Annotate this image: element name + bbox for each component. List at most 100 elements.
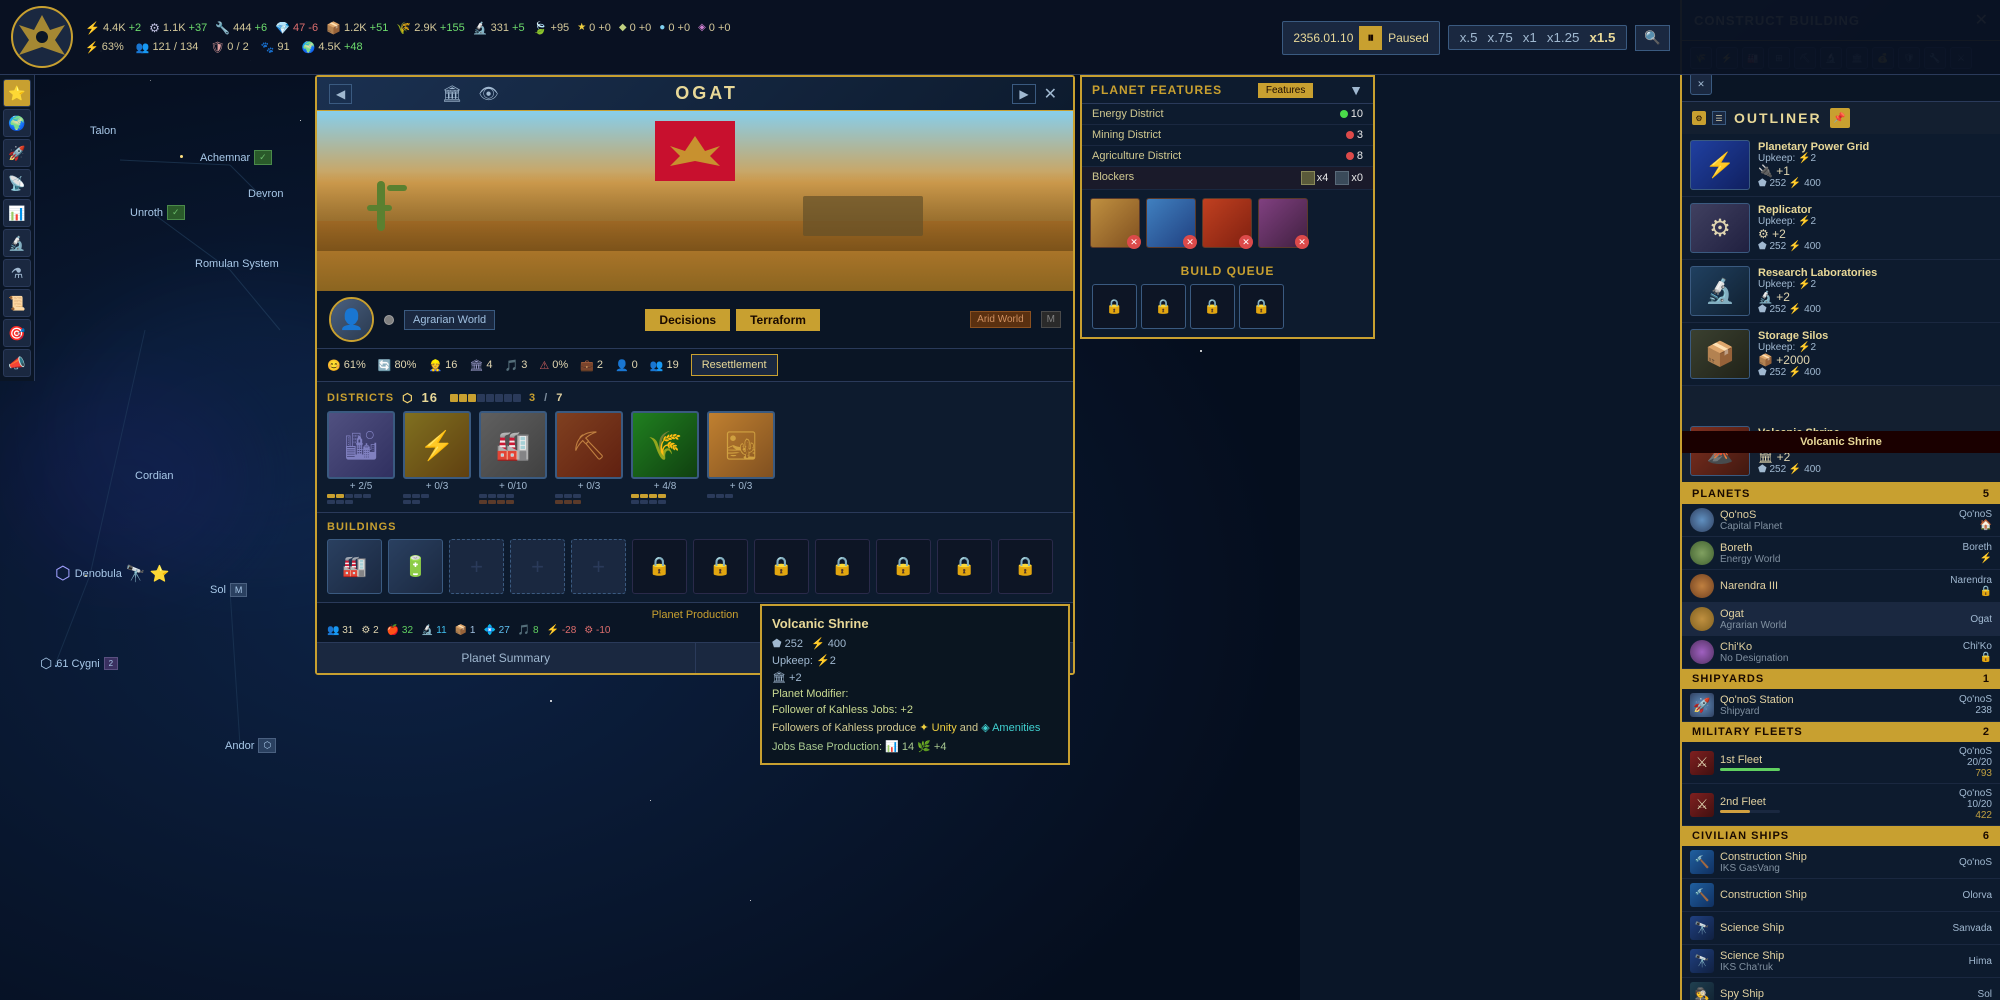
building-slot-3[interactable]: + bbox=[449, 539, 504, 594]
building-storage-silos[interactable]: 📦 Storage Silos Upkeep: ⚡2 📦 +2000 ⬟ 252… bbox=[1682, 323, 2000, 386]
outliner-fleet-1[interactable]: ⚔ 1st Fleet Qo'noS 20/20 793 bbox=[1682, 742, 2000, 784]
planet-nav-prev[interactable]: ◀ bbox=[329, 84, 352, 104]
outliner-planet-qonos[interactable]: Qo'noS Capital Planet Qo'noS 🏠 bbox=[1682, 504, 2000, 537]
sidebar-edicts[interactable]: 📣 bbox=[3, 349, 31, 377]
system-label-unroth[interactable]: Unroth ✓ bbox=[130, 205, 185, 220]
outliner-planet-narendra[interactable]: Narendra III Narendra 🔒 bbox=[1682, 570, 2000, 603]
outliner-ship-science-2[interactable]: 🔭 Science Ship IKS Cha'ruk Hima bbox=[1682, 945, 2000, 978]
magnifier-btn[interactable]: 🔍 bbox=[1635, 25, 1670, 51]
bq-slot-2[interactable]: 🔒 bbox=[1141, 284, 1186, 329]
system-label-sol[interactable]: Sol M bbox=[210, 583, 247, 597]
resource-food[interactable]: 🌾 2.9K +155 bbox=[396, 21, 464, 35]
building-slot-6[interactable]: 🔒 bbox=[632, 539, 687, 594]
blocker-sand[interactable]: ✕ bbox=[1090, 198, 1140, 248]
resource-influence[interactable]: 🍃 +95 bbox=[533, 21, 570, 35]
outliner-pin[interactable]: 📌 bbox=[1830, 108, 1850, 128]
sidebar-traditions[interactable]: 🎯 bbox=[3, 319, 31, 347]
blocker-volcano[interactable]: ✕ bbox=[1202, 198, 1252, 248]
sidebar-research[interactable]: 🔬 bbox=[3, 229, 31, 257]
bq-slot-4[interactable]: 🔒 bbox=[1239, 284, 1284, 329]
resource-exotic[interactable]: 💎 47 -6 bbox=[275, 21, 318, 35]
speed-x15[interactable]: x1.5 bbox=[1586, 30, 1618, 45]
resource-r4[interactable]: ◈ 0 +0 bbox=[698, 22, 730, 34]
building-slot-8[interactable]: 🔒 bbox=[754, 539, 809, 594]
building-slot-2[interactable]: 🔋 bbox=[388, 539, 443, 594]
system-label-61cygni[interactable]: ⬡ 61 Cygni 2 bbox=[40, 655, 118, 672]
outliner-shipyard-qonos[interactable]: 🚀 Qo'noS Station Shipyard Qo'noS 238 bbox=[1682, 689, 2000, 722]
system-label-achemnar[interactable]: Achemnar ✓ bbox=[200, 150, 272, 165]
building-slot-1[interactable]: 🏭 bbox=[327, 539, 382, 594]
resource-energy[interactable]: ⚡ 4.4K +2 bbox=[85, 21, 141, 35]
speed-x05[interactable]: x.5 bbox=[1457, 30, 1481, 45]
building-slot-5[interactable]: + bbox=[571, 539, 626, 594]
building-slot-12[interactable]: 🔒 bbox=[998, 539, 1053, 594]
resource-consumer[interactable]: 📦 1.2K +51 bbox=[326, 21, 388, 35]
planet-nav-next[interactable]: ▶ bbox=[1012, 84, 1035, 104]
building-slot-11[interactable]: 🔒 bbox=[937, 539, 992, 594]
building-replicator[interactable]: ⚙ Replicator Upkeep: ⚡2 ⚙ +2 ⬟ 252 ⚡ 400 bbox=[1682, 197, 2000, 260]
sidebar-fleets[interactable]: 🚀 bbox=[3, 139, 31, 167]
speed-x1[interactable]: x1 bbox=[1520, 30, 1540, 45]
footer-tab-summary[interactable]: Planet Summary bbox=[317, 643, 696, 673]
system-label-romulan[interactable]: Romulan System bbox=[195, 258, 279, 270]
outliner-ship-science-1[interactable]: 🔭 Science Ship Sanvada bbox=[1682, 912, 2000, 945]
empire-logo[interactable] bbox=[10, 5, 75, 70]
system-label-andor[interactable]: Andor ⬡ bbox=[225, 738, 276, 753]
resettlement-btn[interactable]: Resettlement bbox=[691, 354, 778, 376]
sidebar-policies[interactable]: 📜 bbox=[3, 289, 31, 317]
blocker-purple[interactable]: ✕ bbox=[1258, 198, 1308, 248]
blocker-remove-3[interactable]: ✕ bbox=[1239, 235, 1253, 249]
resource-r3[interactable]: ● 0 +0 bbox=[659, 22, 690, 34]
governor-portrait[interactable]: 👤 bbox=[329, 297, 374, 342]
planet-action-buildings[interactable]: 🏛 bbox=[438, 84, 466, 104]
outliner-ship-construction-2[interactable]: 🔨 Construction Ship Olorva bbox=[1682, 879, 2000, 912]
system-label-cordian[interactable]: Cordian bbox=[135, 470, 174, 482]
system-label-denobula[interactable]: ⬡ Denobula 🔭 ⭐ bbox=[55, 563, 170, 584]
outliner-planet-ogat[interactable]: Ogat Agrarian World Ogat bbox=[1682, 603, 2000, 636]
features-tab-btn[interactable]: Features bbox=[1258, 83, 1313, 98]
bq-slot-1[interactable]: 🔒 bbox=[1092, 284, 1137, 329]
planet-action-eye[interactable]: 👁 bbox=[474, 84, 502, 104]
building-volcanic-shrine[interactable]: Volcanic Shrine 🌋 Volcanic Shrine Upkeep… bbox=[1682, 386, 2000, 484]
speed-x075[interactable]: x.75 bbox=[1485, 30, 1516, 45]
district-generator[interactable]: ⚡ + 0/3 bbox=[403, 411, 471, 504]
resource-r2[interactable]: ◆ 0 +0 bbox=[619, 22, 651, 34]
district-city[interactable]: 🏙 + 2/5 bbox=[327, 411, 395, 504]
building-slot-10[interactable]: 🔒 bbox=[876, 539, 931, 594]
outliner-ship-construction-1[interactable]: 🔨 Construction Ship IKS GasVang Qo'noS bbox=[1682, 846, 2000, 879]
bq-slot-3[interactable]: 🔒 bbox=[1190, 284, 1235, 329]
sidebar-technology[interactable]: ⚗ bbox=[3, 259, 31, 287]
sidebar-empire[interactable]: ⭐ bbox=[3, 79, 31, 107]
building-slot-4[interactable]: + bbox=[510, 539, 565, 594]
planet-close[interactable]: ✕ bbox=[1040, 84, 1061, 104]
speed-x125[interactable]: x1.25 bbox=[1544, 30, 1583, 45]
outliner-settings-icon[interactable]: ⚙ bbox=[1692, 111, 1706, 125]
outliner-fleet-2[interactable]: ⚔ 2nd Fleet Qo'noS 10/20 422 bbox=[1682, 784, 2000, 826]
sidebar-contacts[interactable]: 📡 bbox=[3, 169, 31, 197]
outliner-ship-spy[interactable]: 🕵 Spy Ship Sol bbox=[1682, 978, 2000, 1000]
outliner-planet-boreth[interactable]: Boreth Energy World Boreth ⚡ bbox=[1682, 537, 2000, 570]
building-slot-9[interactable]: 🔒 bbox=[815, 539, 870, 594]
outliner-menu-icon[interactable]: ☰ bbox=[1712, 111, 1726, 125]
district-industrial[interactable]: 🏭 + 0/10 bbox=[479, 411, 547, 504]
district-mining[interactable]: ⛏ + 0/3 bbox=[555, 411, 623, 504]
blocker-remove-1[interactable]: ✕ bbox=[1127, 235, 1141, 249]
ci-cross[interactable]: ✕ bbox=[1690, 73, 1712, 95]
outliner-planet-chiko[interactable]: Chi'Ko No Designation Chi'Ko 🔒 bbox=[1682, 636, 2000, 669]
sidebar-situation[interactable]: 📊 bbox=[3, 199, 31, 227]
planet-designation[interactable]: Agrarian World bbox=[404, 310, 495, 330]
system-label-devron[interactable]: Devron bbox=[248, 188, 283, 200]
system-label-talon[interactable]: Talon bbox=[90, 125, 116, 137]
pause-button[interactable]: ⏸ bbox=[1359, 26, 1382, 50]
resource-alloys[interactable]: 🔧 444 +6 bbox=[215, 21, 267, 35]
resource-r1[interactable]: ★ 0 +0 bbox=[577, 22, 611, 34]
blocker-remove-4[interactable]: ✕ bbox=[1295, 235, 1309, 249]
building-slot-7[interactable]: 🔒 bbox=[693, 539, 748, 594]
blocker-remove-2[interactable]: ✕ bbox=[1183, 235, 1197, 249]
features-collapse[interactable]: ▼ bbox=[1349, 82, 1363, 98]
decisions-btn[interactable]: Decisions bbox=[645, 309, 730, 331]
building-planetary-power-grid[interactable]: ⚡ Planetary Power Grid Upkeep: ⚡2 🔌 +1 ⬟… bbox=[1682, 134, 2000, 197]
terraform-btn[interactable]: Terraform bbox=[736, 309, 820, 331]
district-farming[interactable]: 🌾 + 4/8 bbox=[631, 411, 699, 504]
resource-science[interactable]: 🔬 331 +5 bbox=[473, 21, 525, 35]
